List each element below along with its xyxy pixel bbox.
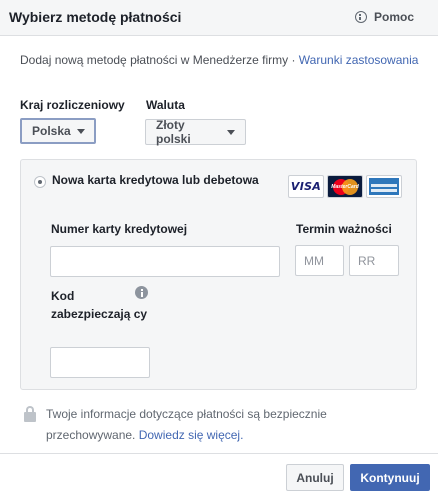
visa-wordmark: VISA [290, 180, 322, 193]
expiry-month-input[interactable] [295, 245, 344, 276]
amex-logo-icon [366, 175, 402, 198]
currency-value: Złoty polski [156, 118, 191, 146]
learn-more-link[interactable]: Dowiedz się więcej. [139, 428, 244, 442]
card-option-radio[interactable] [34, 176, 46, 188]
intro-description: Dodaj nową metodę płatności w Menedżerze… [20, 53, 299, 67]
card-logos: VISA MasterCard [288, 175, 402, 198]
cvv-info-icon[interactable] [135, 286, 148, 299]
mastercard-logo-icon: MasterCard [327, 175, 363, 198]
caret-down-icon [76, 129, 85, 134]
intro-text: Dodaj nową metodę płatności w Menedżerze… [20, 52, 420, 69]
dialog-title: Wybierz metodę płatności [9, 9, 182, 25]
info-circle-icon [355, 11, 367, 23]
caret-down-icon [227, 130, 235, 135]
card-number-input[interactable] [50, 246, 280, 277]
help-label: Pomoc [374, 10, 415, 24]
country-value: Polska [32, 124, 71, 138]
country-label: Kraj rozliczeniowy [20, 98, 125, 112]
country-select[interactable]: Polska [20, 118, 96, 144]
currency-label: Waluta [146, 98, 185, 112]
security-note: Twoje informacje dotyczące płatności są … [46, 404, 346, 446]
cvv-input[interactable] [50, 347, 150, 378]
currency-select[interactable]: Złoty polski [145, 118, 246, 146]
terms-link[interactable]: Warunki zastosowania [299, 53, 419, 67]
visa-logo-icon: VISA [288, 175, 324, 198]
expiry-year-input[interactable] [349, 245, 399, 276]
continue-button[interactable]: Kontynuuj [350, 464, 430, 491]
help-link[interactable]: Pomoc [355, 8, 414, 26]
card-number-label: Numer karty kredytowej [51, 222, 188, 236]
footer-divider [0, 453, 438, 454]
dialog-header: Wybierz metodę płatności Pomoc [0, 0, 438, 36]
card-option-label: Nowa karta kredytowa lub debetowa [52, 173, 259, 187]
expiry-label: Termin ważności [296, 222, 392, 236]
mastercard-wordmark: MasterCard [331, 184, 359, 190]
lock-icon [24, 406, 36, 422]
cancel-button[interactable]: Anuluj [286, 464, 344, 491]
